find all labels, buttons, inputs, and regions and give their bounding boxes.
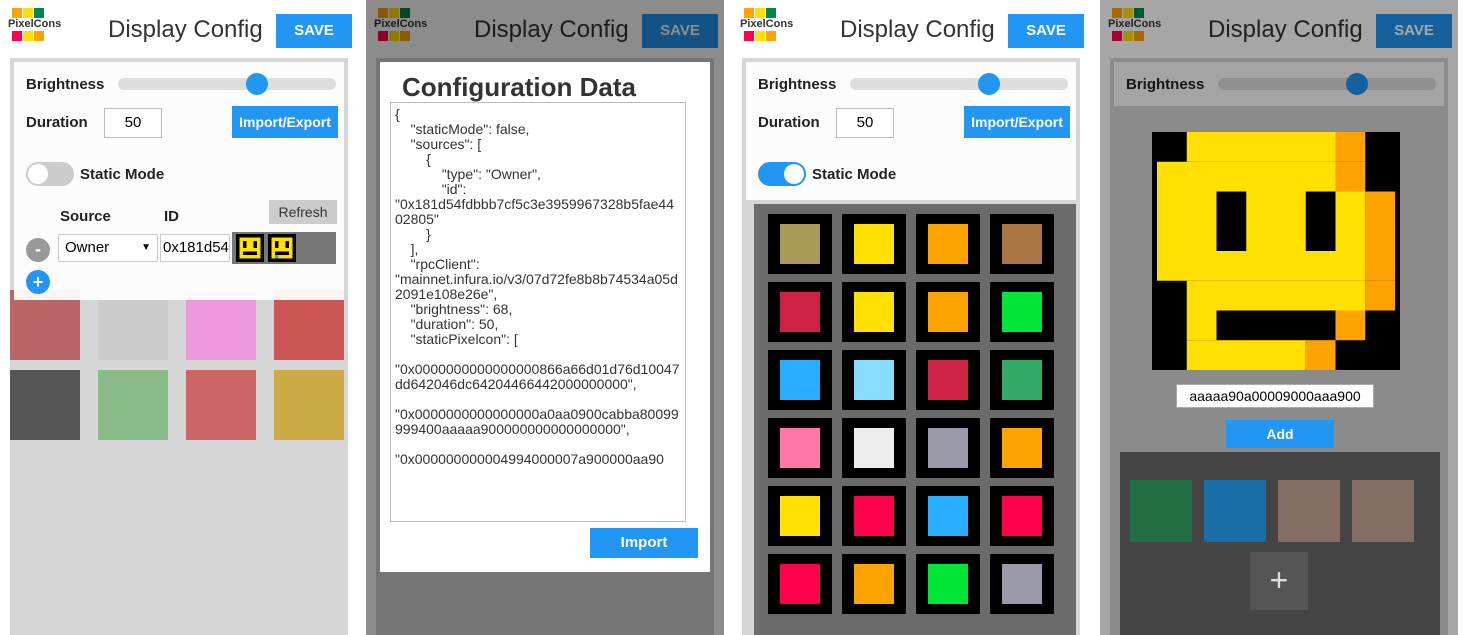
brightness-row: Brightness bbox=[14, 62, 344, 106]
logo-text: PixelCons bbox=[740, 18, 794, 30]
page-title: Display Config bbox=[840, 16, 995, 43]
screen-static-mode: PixelCons Display Config SAVE Brightness… bbox=[732, 0, 1090, 635]
pixelcon-tile[interactable] bbox=[842, 486, 906, 546]
pixelcon-tile[interactable] bbox=[916, 418, 980, 478]
chevron-down-icon: ▼ bbox=[141, 242, 151, 253]
pixelcon-tile[interactable] bbox=[842, 418, 906, 478]
pixelcon-tile[interactable] bbox=[768, 486, 832, 546]
config-data-modal: Configuration Data { "staticMode": false… bbox=[380, 62, 710, 572]
pixelcon-gallery bbox=[754, 204, 1076, 635]
brightness-row: Brightness bbox=[746, 62, 1076, 106]
header: PixelCons Display Config SAVE bbox=[732, 0, 1090, 58]
pixelcon-tile[interactable] bbox=[990, 554, 1054, 614]
static-mode-toggle[interactable] bbox=[758, 162, 806, 186]
page-title: Display Config bbox=[108, 16, 263, 43]
static-mode-row: Static Mode bbox=[746, 156, 1076, 200]
screens-container: PixelCons Display Config SAVE Brightness… bbox=[0, 0, 1464, 635]
duration-row: Duration 50 Import/Export bbox=[14, 106, 344, 156]
source-header: Source bbox=[60, 208, 111, 225]
pixelcon-tile[interactable] bbox=[990, 486, 1054, 546]
pixelcon-tile[interactable] bbox=[916, 350, 980, 410]
pixelcon-tile[interactable] bbox=[916, 554, 980, 614]
static-mode-label: Static Mode bbox=[812, 166, 897, 183]
import-export-button[interactable]: Import/Export bbox=[232, 106, 338, 138]
pixelcon-tile[interactable] bbox=[768, 418, 832, 478]
pixelcon-tile[interactable] bbox=[842, 282, 906, 342]
brightness-knob[interactable] bbox=[978, 73, 1000, 95]
add-pixelcon-button[interactable]: + bbox=[1250, 552, 1308, 610]
sad-face-icon bbox=[268, 234, 296, 262]
duration-label: Duration bbox=[758, 114, 820, 131]
add-source-button[interactable]: + bbox=[26, 270, 50, 294]
id-header: ID bbox=[164, 208, 179, 225]
logo-text: PixelCons bbox=[8, 18, 62, 30]
source-type-value: Owner bbox=[65, 239, 110, 256]
header: PixelCons Display Config SAVE bbox=[0, 0, 358, 58]
modal-title: Configuration Data bbox=[402, 72, 636, 102]
pixelcon-tile[interactable] bbox=[990, 282, 1054, 342]
pixelcon-tile[interactable] bbox=[990, 214, 1054, 274]
brightness-slider[interactable] bbox=[118, 73, 336, 95]
add-button[interactable]: Add bbox=[1226, 420, 1334, 448]
pixelcon-tile[interactable] bbox=[916, 214, 980, 274]
refresh-button[interactable]: Refresh bbox=[269, 200, 337, 224]
pixelcon-tile[interactable] bbox=[990, 350, 1054, 410]
pixelcon-tile[interactable] bbox=[768, 282, 832, 342]
pixelcon-editor-canvas[interactable] bbox=[1152, 132, 1400, 370]
config-panel: Brightness Duration 50 Import/Export Sta… bbox=[746, 62, 1076, 200]
remove-source-button[interactable]: - bbox=[26, 238, 50, 262]
brightness-label: Brightness bbox=[26, 76, 105, 93]
save-button[interactable]: SAVE bbox=[276, 14, 352, 48]
pixelcon-tile[interactable] bbox=[916, 486, 980, 546]
pixelcons-logo[interactable]: PixelCons bbox=[740, 8, 794, 52]
brightness-slider[interactable] bbox=[850, 73, 1068, 95]
background-grid bbox=[10, 290, 352, 440]
pixelcon-tile[interactable] bbox=[842, 214, 906, 274]
duration-input[interactable]: 50 bbox=[836, 108, 894, 138]
duration-row: Duration 50 Import/Export bbox=[746, 106, 1076, 156]
brightness-label: Brightness bbox=[758, 76, 837, 93]
static-mode-label: Static Mode bbox=[80, 166, 165, 183]
import-button[interactable]: Import bbox=[590, 528, 698, 558]
pixelcon-tile[interactable] bbox=[990, 418, 1054, 478]
static-mode-toggle[interactable] bbox=[26, 162, 74, 186]
duration-input[interactable]: 50 bbox=[104, 108, 162, 138]
pixelcon-tile[interactable] bbox=[842, 554, 906, 614]
pixelcon-tile[interactable] bbox=[768, 214, 832, 274]
source-id-input[interactable]: 0x181d54 bbox=[160, 234, 230, 262]
sources-section: Source ID Refresh - Owner ▼ 0x181d54 + bbox=[14, 200, 344, 300]
pixelcon-tile[interactable] bbox=[768, 554, 832, 614]
brightness-knob[interactable] bbox=[246, 73, 268, 95]
smiley-icon bbox=[236, 234, 264, 262]
duration-label: Duration bbox=[26, 114, 88, 131]
import-export-button[interactable]: Import/Export bbox=[964, 106, 1070, 138]
static-mode-row: Static Mode bbox=[14, 156, 344, 200]
screen-configuration-data: PixelCons Display Config SAVE Configurat… bbox=[366, 0, 724, 635]
config-panel: Brightness Duration 50 Import/Export Sta… bbox=[14, 62, 344, 300]
save-button[interactable]: SAVE bbox=[1008, 14, 1084, 48]
screen-config-sources: PixelCons Display Config SAVE Brightness… bbox=[0, 0, 358, 635]
pixelcon-hex-input[interactable]: aaaaa90a00009000aaa900 bbox=[1176, 384, 1374, 408]
source-type-select[interactable]: Owner ▼ bbox=[58, 234, 158, 262]
pixelcon-tile[interactable] bbox=[842, 350, 906, 410]
screen-pixelcon-editor: PixelCons Display Config SAVE Brightness bbox=[1100, 0, 1458, 635]
pixelcon-tile[interactable] bbox=[916, 282, 980, 342]
config-json-textarea[interactable]: { "staticMode": false, "sources": [ { "t… bbox=[390, 102, 686, 522]
pixelcon-tile[interactable] bbox=[768, 350, 832, 410]
source-preview bbox=[232, 232, 336, 264]
pixelcons-logo[interactable]: PixelCons bbox=[8, 8, 62, 52]
